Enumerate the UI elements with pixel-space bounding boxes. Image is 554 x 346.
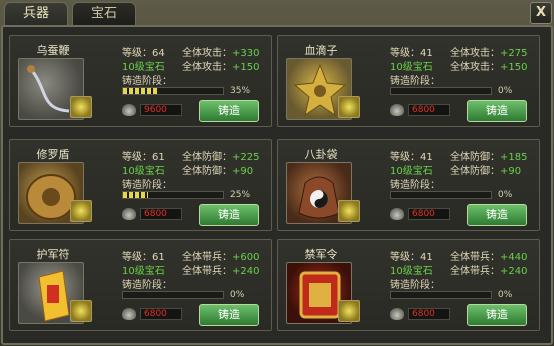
gem-slot-icon[interactable] [338,96,360,118]
stage-label: 铸造阶段： [390,180,440,191]
forge-button[interactable]: 铸造 [199,304,259,326]
silver-icon [122,104,136,116]
silver-icon [390,308,404,320]
forge-progress-bar [390,87,492,95]
item-name: 护军符 [36,248,70,261]
stat-label: 全体带兵： [450,266,500,277]
progress-fill [123,192,148,198]
stage-label: 铸造阶段： [122,280,172,291]
forge-button[interactable]: 铸造 [467,304,527,326]
stage-label: 铸造阶段： [390,280,440,291]
stat-bonus-value: +150 [232,62,260,73]
cost-value: 6800 [408,208,450,220]
progress-fill [123,88,158,94]
item-card-hujunfu: 护军符 等级：61 全体带兵：+600 10级宝石 全体带兵：+240 铸造阶段… [9,239,272,331]
stat-bonus-value: +150 [500,62,528,73]
cost-value: 9600 [140,104,182,116]
stat-bonus-value: +240 [500,266,528,277]
forge-progress-bar [122,191,224,199]
gem-label: 10级宝石 [390,166,433,177]
gem-label: 10级宝石 [390,62,433,73]
gem-label: 10级宝石 [122,166,165,177]
item-name: 八卦袋 [304,148,338,161]
close-button[interactable]: X [530,2,552,24]
item-card-xiuluodun: 修罗盾 等级：61 全体防御：+225 10级宝石 全体防御：+90 铸造阶段：… [9,139,272,231]
progress-percent: 0% [498,190,513,200]
stage-label: 铸造阶段： [390,76,440,87]
gem-slot-icon[interactable] [70,300,92,322]
gem-label: 10级宝石 [390,266,433,277]
cost-value: 6800 [140,308,182,320]
forge-panel: 乌蚕鞭 等级：64 全体攻击：+330 10级宝石 全体攻击：+150 铸造阶段… [1,25,553,345]
item-card-xuedizi: 血滴子 等级：41 全体攻击：+275 10级宝石 全体攻击：+150 铸造阶段… [277,35,540,127]
stat-label: 全体攻击： [182,62,232,73]
forge-button[interactable]: 铸造 [467,204,527,226]
item-name: 血滴子 [304,44,338,57]
item-card-wucanbian: 乌蚕鞭 等级：64 全体攻击：+330 10级宝石 全体攻击：+150 铸造阶段… [9,35,272,127]
item-name: 修罗盾 [36,148,70,161]
stat-bonus-value: +240 [232,266,260,277]
cost-value: 6800 [140,208,182,220]
forge-button[interactable]: 铸造 [199,204,259,226]
gem-slot-icon[interactable] [338,200,360,222]
cost-value: 6800 [408,308,450,320]
item-name: 乌蚕鞭 [36,44,70,57]
progress-percent: 0% [498,290,513,300]
item-card-jinjunling: 禁军令 等级：41 全体带兵：+440 10级宝石 全体带兵：+240 铸造阶段… [277,239,540,331]
tab-gems[interactable]: 宝石 [72,2,136,26]
stage-label: 铸造阶段： [122,180,172,191]
stat-label: 全体防御： [182,166,232,177]
forge-progress-bar [390,291,492,299]
progress-percent: 25% [230,190,251,200]
silver-icon [390,104,404,116]
gem-slot-icon[interactable] [338,300,360,322]
progress-percent: 0% [230,290,245,300]
silver-icon [390,208,404,220]
item-card-baguadai: 八卦袋 等级：41 全体防御：+185 10级宝石 全体防御：+90 铸造阶段：… [277,139,540,231]
forge-progress-bar [122,291,224,299]
cost-value: 6800 [408,104,450,116]
stage-label: 铸造阶段： [122,76,172,87]
progress-percent: 0% [498,86,513,96]
stat-label: 全体攻击： [450,62,500,73]
forge-button[interactable]: 铸造 [467,100,527,122]
stat-label: 全体防御： [450,166,500,177]
forge-button[interactable]: 铸造 [199,100,259,122]
stat-label: 全体带兵： [182,266,232,277]
forge-progress-bar [390,191,492,199]
item-name: 禁军令 [304,248,338,261]
progress-percent: 35% [230,86,251,96]
gem-label: 10级宝石 [122,62,165,73]
stat-bonus-value: +90 [232,166,254,177]
stat-bonus-value: +90 [500,166,522,177]
silver-icon [122,208,136,220]
silver-icon [122,308,136,320]
tab-weapons[interactable]: 兵器 [4,2,68,26]
gem-label: 10级宝石 [122,266,165,277]
forge-progress-bar [122,87,224,95]
gem-slot-icon[interactable] [70,200,92,222]
gem-slot-icon[interactable] [70,96,92,118]
